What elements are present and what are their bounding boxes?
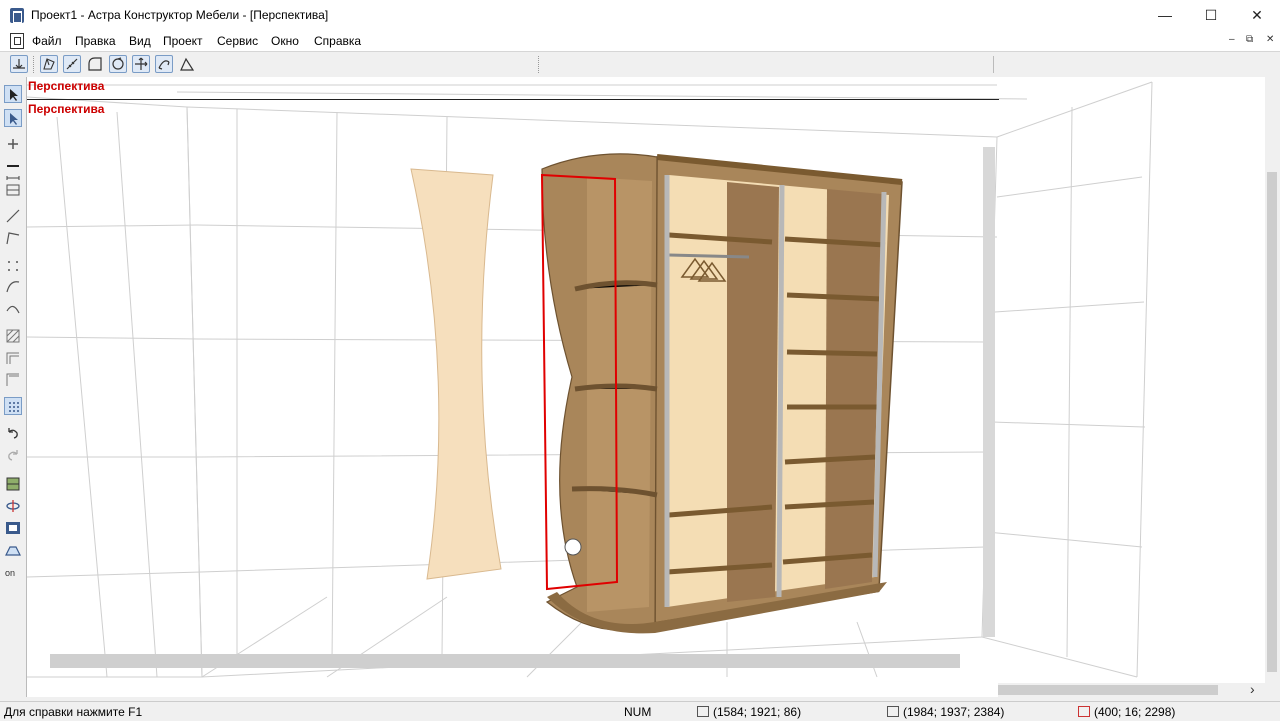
scene-v-scrollbar [983, 147, 995, 637]
fit-view-icon[interactable] [4, 519, 22, 537]
rotate-icon[interactable] [109, 55, 127, 73]
menu-project[interactable]: Проект [163, 34, 203, 48]
coord-2-value: (1984; 1937; 2384) [903, 705, 1005, 719]
coord-1-value: (1584; 1921; 86) [713, 705, 802, 719]
status-help: Для справки нажмите F1 [4, 705, 143, 719]
scroll-right-arrow[interactable]: › [1250, 681, 1255, 697]
angle-icon[interactable] [178, 55, 196, 73]
rotate-3d-icon[interactable] [4, 497, 22, 515]
mirror-icon[interactable] [155, 55, 173, 73]
mdi-minimize-button[interactable]: – [1229, 34, 1235, 45]
menu-edit[interactable]: Правка [75, 34, 116, 48]
minimize-button[interactable]: — [1142, 0, 1188, 31]
hatch-icon[interactable] [4, 327, 22, 345]
facade-panel [410, 168, 502, 580]
toolbar-separator [993, 56, 995, 73]
wardrobe-model [540, 153, 903, 634]
coord-cube-icon [1078, 706, 1090, 717]
menu-file[interactable]: Файл [32, 34, 62, 48]
document-icon[interactable] [10, 33, 24, 49]
app-icon[interactable] [10, 8, 24, 23]
diagonal-line-icon[interactable] [4, 207, 22, 225]
coord-cube-icon [697, 706, 709, 717]
horizontal-scroll-thumb[interactable] [998, 685, 1218, 695]
maximize-button[interactable]: ☐ [1188, 0, 1234, 31]
point-grid-icon[interactable] [4, 257, 22, 275]
polyline-icon[interactable] [4, 229, 22, 247]
main-toolbar [0, 51, 1280, 78]
add-point-icon[interactable] [4, 135, 22, 153]
toolbar-separator [33, 56, 35, 73]
horizontal-scrollbar[interactable]: › [998, 681, 1280, 697]
close-button[interactable]: ✕ [1234, 0, 1280, 31]
viewport-frame-line [27, 99, 999, 100]
menu-view[interactable]: Вид [129, 34, 151, 48]
vertical-scrollbar[interactable] [1265, 77, 1280, 683]
menu-help[interactable]: Справка [314, 34, 361, 48]
material-icon[interactable] [4, 475, 22, 493]
undo-icon[interactable] [4, 425, 22, 443]
status-coord-1: (1584; 1921; 86) [697, 705, 801, 719]
coord-3-value: (400; 16; 2298) [1094, 705, 1176, 719]
contour-icon[interactable] [86, 55, 104, 73]
window-title: Проект1 - Астра Конструктор Мебели - [Пе… [31, 8, 329, 22]
move-icon[interactable] [132, 55, 150, 73]
select-node-icon[interactable] [4, 109, 22, 127]
select-arrow-icon[interactable] [4, 85, 22, 103]
grid-snap-icon[interactable] [4, 397, 22, 415]
snap-icon[interactable] [10, 55, 28, 73]
corner-icon[interactable] [4, 349, 22, 367]
status-num: NUM [624, 705, 652, 719]
menu-service[interactable]: Сервис [217, 34, 258, 48]
handle-knob [564, 538, 582, 556]
section-icon[interactable] [4, 541, 22, 559]
perspective-viewport[interactable]: Перспектива Перспектива [27, 77, 1277, 697]
vertical-scroll-thumb[interactable] [1267, 172, 1277, 672]
mdi-restore-button[interactable]: ⧉ [1246, 34, 1253, 45]
status-coord-3: (400; 16; 2298) [1078, 705, 1175, 719]
status-coord-2: (1984; 1937; 2384) [887, 705, 1004, 719]
scene-h-scrollbar [50, 654, 960, 668]
status-bar: Для справки нажмите F1 NUM (1584; 1921; … [0, 701, 1280, 721]
edit-panel-icon[interactable] [40, 55, 58, 73]
title-bar: Проект1 - Астра Конструктор Мебели - [Пе… [0, 0, 1280, 31]
ruler-icon[interactable] [63, 55, 81, 73]
on-off-icon[interactable]: on [4, 563, 22, 581]
menu-window[interactable]: Окно [271, 34, 299, 48]
viewport-label-outer: Перспектива [28, 79, 105, 93]
arc-icon[interactable] [4, 277, 22, 295]
edge-icon[interactable] [4, 371, 22, 389]
scene-3d[interactable] [27, 77, 1277, 697]
toolbar-separator [538, 56, 540, 73]
coord-cube-icon [887, 706, 899, 717]
viewport-label-inner: Перспектива [28, 102, 105, 116]
redo-icon[interactable] [4, 447, 22, 465]
menu-bar: Файл Правка Вид Проект Сервис Окно Справ… [0, 31, 1280, 51]
svg-text:on: on [5, 568, 15, 578]
left-toolbar: on [0, 77, 27, 697]
curve-icon[interactable] [4, 299, 22, 317]
mdi-close-button[interactable]: ✕ [1266, 34, 1274, 45]
frame-icon[interactable] [4, 181, 22, 199]
